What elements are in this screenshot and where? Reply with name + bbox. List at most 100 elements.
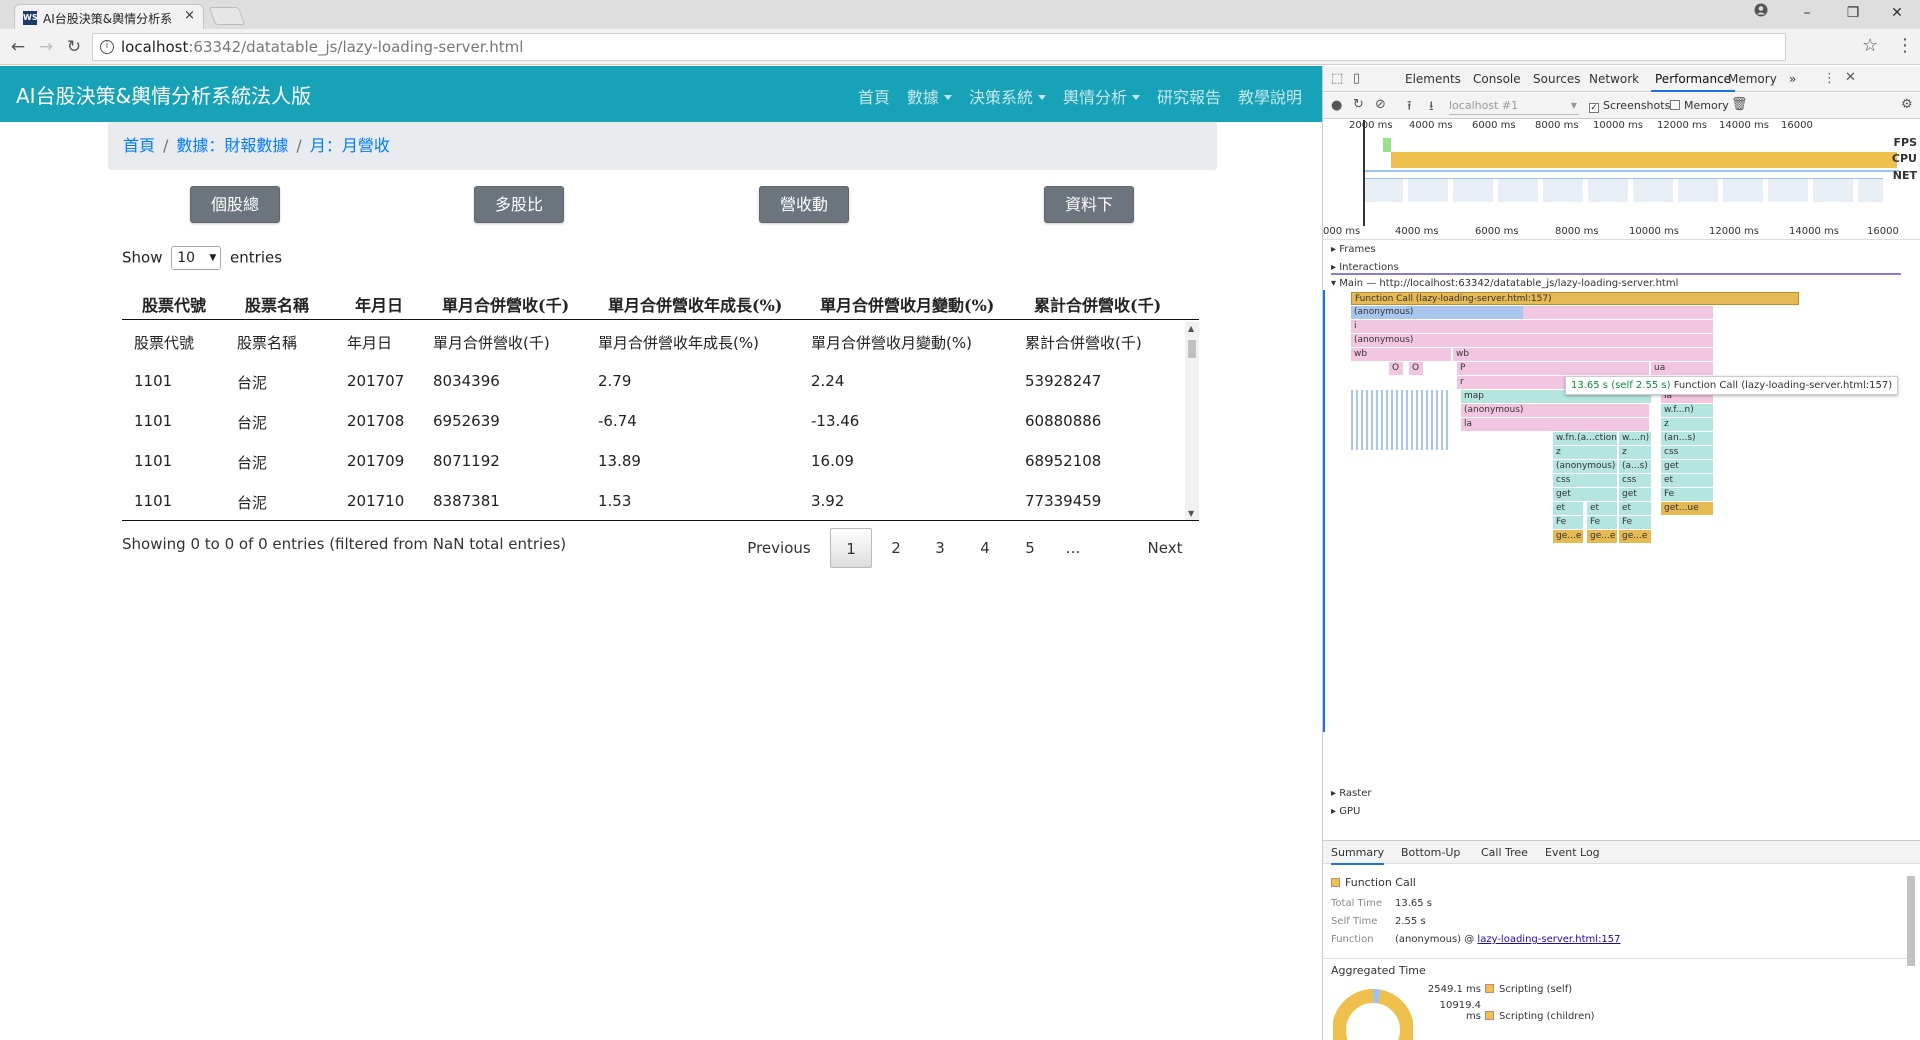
pagination-next[interactable]: Next — [1140, 528, 1190, 568]
breadcrumb-data[interactable]: 數據：財報數據 — [176, 136, 288, 155]
pagination-previous[interactable]: Previous — [742, 528, 816, 568]
timeline-overview[interactable]: 2000 ms 4000 ms 6000 ms 8000 ms 10000 ms… — [1323, 120, 1920, 226]
tab-performance[interactable]: Performance — [1651, 66, 1736, 92]
flame-la[interactable]: la — [1461, 418, 1649, 431]
flame-o[interactable]: O — [1389, 362, 1403, 375]
flame-block[interactable] — [1523, 306, 1713, 319]
devtools-menu-icon[interactable]: ⋮ — [1823, 71, 1836, 86]
nav-tutorial[interactable]: 教學說明 — [1238, 84, 1302, 108]
inspect-element-icon[interactable]: ⬚ — [1331, 71, 1343, 86]
flame-ans[interactable]: (an...s) — [1661, 432, 1713, 445]
flame-anonymous[interactable]: (anonymous) — [1351, 334, 1713, 347]
flame-get[interactable]: get — [1661, 460, 1713, 473]
tab-bottom-up[interactable]: Bottom-Up — [1401, 841, 1460, 865]
tab-event-log[interactable]: Event Log — [1545, 841, 1600, 865]
maximize-button[interactable]: ❐ — [1830, 0, 1876, 29]
tab-call-tree[interactable]: Call Tree — [1481, 841, 1528, 865]
scroll-up-arrow-icon[interactable]: ▲ — [1188, 324, 1194, 333]
screenshot-filmstrip[interactable] — [1363, 178, 1883, 202]
browser-tab[interactable]: WS AI台股決策&輿情分析系 × — [14, 4, 204, 29]
stock-overview-button[interactable]: 個股總覽 — [190, 186, 280, 249]
flame-fe[interactable]: Fe — [1619, 516, 1651, 529]
summary-scrollbar[interactable] — [1907, 876, 1915, 966]
flame-gee[interactable]: ge...e — [1553, 530, 1583, 543]
flame-get[interactable]: get — [1553, 488, 1617, 501]
nav-home[interactable]: 首頁 — [858, 84, 890, 108]
multi-stock-compare-button[interactable]: 多股比較 — [474, 186, 564, 249]
flame-wfn-action[interactable]: w.fn.(a...ction) — [1553, 432, 1617, 445]
reload-icon[interactable]: ↻ — [64, 37, 84, 57]
tab-network[interactable]: Network — [1589, 66, 1639, 92]
flame-z[interactable]: z — [1553, 446, 1617, 459]
flame-css[interactable]: css — [1553, 474, 1617, 487]
column-header[interactable]: 單月合併營收(千) — [442, 292, 569, 316]
entries-select[interactable]: 10 ▼ — [171, 246, 222, 270]
load-profile-icon[interactable]: ⭱ — [1407, 97, 1412, 119]
flame-p[interactable]: P — [1457, 362, 1649, 375]
save-profile-icon[interactable]: ⭳ — [1429, 97, 1434, 119]
flame-wfn[interactable]: w.f...n) — [1661, 404, 1713, 417]
flame-et[interactable]: et — [1553, 502, 1583, 515]
tab-sources[interactable]: Sources — [1533, 66, 1580, 92]
tab-summary[interactable]: Summary — [1331, 841, 1385, 865]
function-source-link[interactable]: lazy-loading-server.html:157 — [1477, 934, 1620, 945]
new-tab-button[interactable] — [208, 7, 246, 25]
nav-reports[interactable]: 研究報告 — [1157, 84, 1221, 108]
scroll-down-arrow-icon[interactable]: ▼ — [1188, 509, 1194, 518]
record-icon[interactable]: ● — [1331, 98, 1342, 113]
more-tabs-icon[interactable]: » — [1789, 66, 1796, 92]
flame-et[interactable]: et — [1587, 502, 1617, 515]
pagination-page[interactable]: 4 — [969, 528, 1001, 568]
tab-console[interactable]: Console — [1473, 66, 1521, 92]
pagination-page[interactable]: 1 — [830, 528, 872, 568]
column-header[interactable]: 股票代號 — [142, 292, 206, 316]
clear-icon[interactable]: ⊘ — [1375, 97, 1386, 112]
profile-select[interactable]: localhost #1 ▼ — [1449, 96, 1579, 115]
tab-elements[interactable]: Elements — [1405, 66, 1461, 92]
flame-ua[interactable]: ua — [1651, 362, 1713, 375]
raster-track[interactable]: ▸ Raster — [1331, 788, 1371, 799]
revenue-trend-button[interactable]: 營收動態 — [759, 186, 849, 249]
column-header[interactable]: 股票名稱 — [245, 292, 309, 316]
table-body-scroll[interactable]: 股票代號 股票名稱 年月日 單月合併營收(千) 單月合併營收年成長(%) 單月合… — [122, 322, 1199, 520]
screenshots-toggle[interactable]: ✓ Screenshots — [1589, 99, 1670, 113]
main-flamechart[interactable]: Function Call (lazy-loading-server.html:… — [1323, 290, 1913, 732]
column-header[interactable]: 單月合併營收年成長(%) — [608, 292, 782, 316]
flame-fe[interactable]: Fe — [1553, 516, 1583, 529]
tab-memory[interactable]: Memory — [1728, 66, 1777, 92]
flame-get[interactable]: get — [1619, 488, 1651, 501]
nav-sentiment[interactable]: 輿情分析 — [1063, 84, 1140, 108]
close-window-button[interactable]: ✕ — [1874, 0, 1920, 29]
nav-decision[interactable]: 決策系統 — [969, 84, 1046, 108]
flame-wb[interactable]: wb — [1453, 348, 1713, 361]
nav-data[interactable]: 數據 — [907, 84, 952, 108]
flame-gee[interactable]: ge...e — [1587, 530, 1617, 543]
flame-anonymous[interactable]: (anonymous) — [1461, 404, 1649, 417]
capture-settings-icon[interactable]: ⚙ — [1901, 97, 1913, 112]
frames-track[interactable]: ▸ Frames — [1331, 244, 1376, 255]
column-header[interactable]: 單月合併營收月變動(%) — [820, 292, 994, 316]
checkbox-icon[interactable] — [1670, 100, 1680, 110]
breadcrumb-home[interactable]: 首頁 — [123, 136, 155, 155]
flame-anonymous[interactable]: (anonymous) — [1553, 460, 1617, 473]
tab-close-icon[interactable]: × — [184, 8, 195, 23]
site-brand[interactable]: AI台股決策&輿情分析系統法人版 — [16, 80, 311, 109]
flame-z[interactable]: z — [1661, 418, 1713, 431]
trash-icon[interactable]: 🗑 — [1731, 97, 1748, 112]
reload-profile-icon[interactable]: ↻ — [1353, 97, 1364, 112]
column-header[interactable]: 累計合併營收(千) — [1034, 292, 1161, 316]
flame-wb[interactable]: wb — [1351, 348, 1451, 361]
site-info-icon[interactable]: i — [100, 40, 114, 54]
memory-toggle[interactable]: Memory — [1670, 99, 1729, 112]
address-bar[interactable]: i localhost:63342/datatable_js/lazy-load… — [92, 33, 1786, 61]
flame-et[interactable]: et — [1619, 502, 1651, 515]
flame-z[interactable]: z — [1619, 446, 1651, 459]
flame-getue[interactable]: get...ue — [1661, 502, 1713, 515]
bookmark-star-icon[interactable]: ☆ — [1862, 35, 1878, 56]
flame-function-call[interactable]: Function Call (lazy-loading-server.html:… — [1351, 292, 1799, 305]
flame-fe[interactable]: Fe — [1661, 488, 1713, 501]
interactions-track[interactable]: ▸ Interactions — [1331, 262, 1399, 273]
device-toolbar-icon[interactable]: ▯ — [1353, 71, 1360, 86]
browser-menu-icon[interactable]: ⋮ — [1896, 35, 1914, 56]
profile-icon[interactable] — [1738, 0, 1784, 29]
